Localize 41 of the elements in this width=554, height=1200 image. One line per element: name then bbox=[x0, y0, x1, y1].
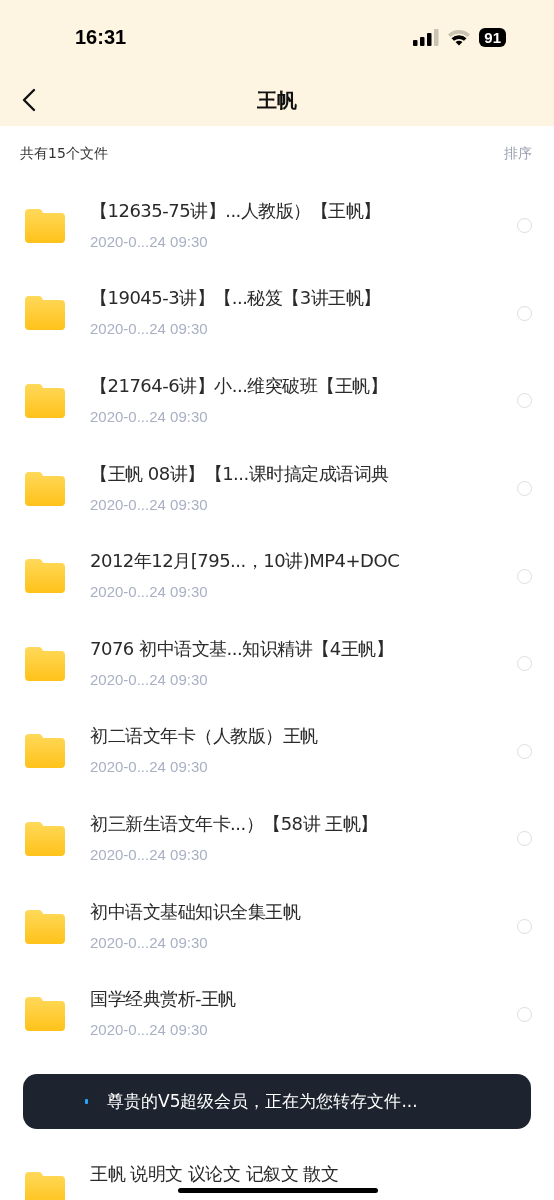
file-date: 2020-0...24 09:30 bbox=[90, 844, 209, 865]
folder-icon bbox=[25, 1172, 65, 1200]
folder-icon bbox=[25, 997, 65, 1032]
folder-icon bbox=[25, 646, 65, 681]
status-time: 16:31 bbox=[75, 25, 127, 49]
file-date: 2020-0...24 09:30 bbox=[90, 231, 209, 252]
file-title[interactable]: 【19045-3讲】【...秘笈【3讲王帆】 bbox=[90, 287, 517, 310]
file-title[interactable]: 【王帆 08讲】【1...课时搞定成语词典 bbox=[90, 462, 517, 485]
wifi-icon bbox=[447, 28, 472, 46]
file-title[interactable]: 初三新生语文年卡...）【58讲 王帆】 bbox=[90, 812, 517, 835]
file-date: 2020-0...24 09:30 bbox=[90, 319, 209, 340]
folder-icon bbox=[25, 208, 65, 243]
file-title[interactable]: 初二语文年卡（人教版）王帆 bbox=[90, 725, 517, 748]
file-date: 2020-0...24 09:30 bbox=[90, 757, 209, 778]
folder-icon bbox=[25, 734, 65, 769]
file-date: 2020-0...24 09:30 bbox=[90, 669, 209, 690]
file-title[interactable]: 【21764-6讲】小...维突破班【王帆】 bbox=[90, 375, 517, 397]
folder-icon bbox=[25, 471, 65, 506]
folder-icon bbox=[25, 559, 65, 594]
file-date: 2020-0...24 09:30 bbox=[90, 494, 209, 515]
file-date: 2020-0...24 09:30 bbox=[90, 582, 209, 603]
back-icon bbox=[22, 88, 36, 112]
spinner-icon bbox=[85, 1098, 89, 1105]
file-date: 2020-0...24 09:30 bbox=[90, 1020, 209, 1041]
file-date: 2020-0...24 09:30 bbox=[90, 932, 209, 953]
folder-icon bbox=[25, 821, 65, 856]
folder-icon bbox=[25, 296, 65, 331]
file-title[interactable]: 7076 初中语文基...知识精讲【4王帆】 bbox=[90, 637, 517, 660]
file-title[interactable]: 【12635-75讲】...人教版）【王帆】 bbox=[90, 199, 517, 222]
file-title[interactable]: 国学经典赏析-王帆 bbox=[90, 988, 517, 1011]
file-date: 2020-0...24 09:30 bbox=[90, 407, 209, 427]
toast-message: 尊贵的V5超级会员，正在为您转存文件... bbox=[107, 1090, 418, 1114]
file-title[interactable]: 2012年12月[795...，10讲)MP4+DOC bbox=[90, 550, 517, 573]
file-title[interactable]: 初中语文基础知识全集王帆 bbox=[90, 900, 517, 923]
signal-icon bbox=[413, 28, 440, 46]
battery-level: 91 bbox=[479, 27, 506, 47]
folder-icon bbox=[25, 909, 65, 944]
file-count: 共有15个文件 bbox=[20, 145, 108, 163]
page-title: 王帆 bbox=[257, 86, 297, 114]
folder-icon bbox=[25, 384, 65, 418]
file-title[interactable]: 王帆 说明文 议论文 记叙文 散文 bbox=[90, 1163, 532, 1186]
